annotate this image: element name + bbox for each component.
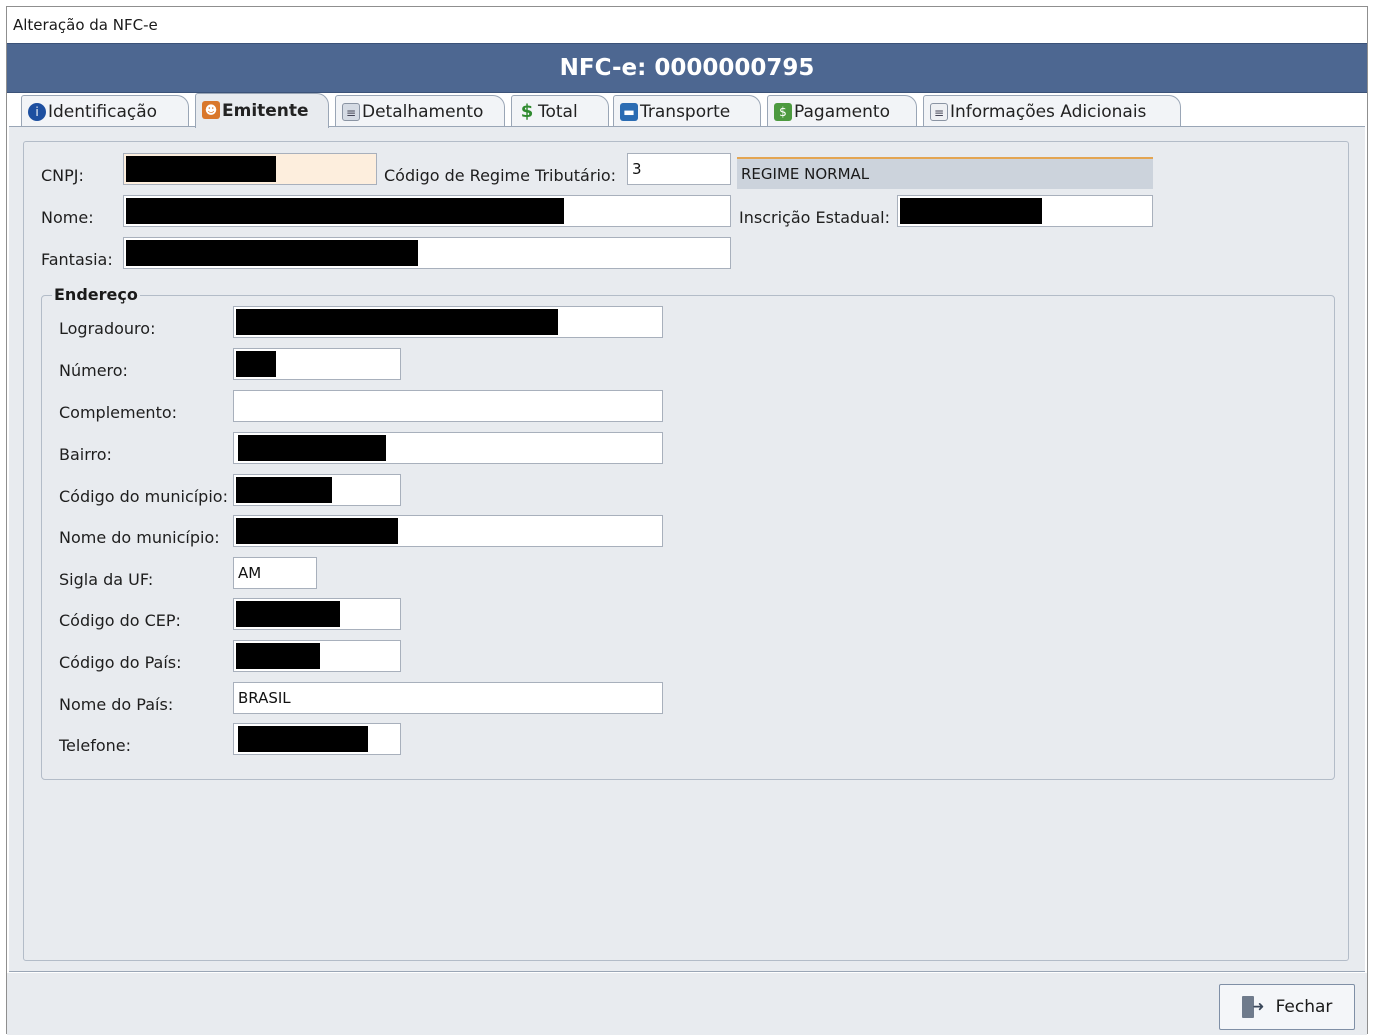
regime-code-field[interactable]: 3 [627, 153, 731, 185]
tab-strip: i Identificação ☻ Emitente ≡ Detalhament… [7, 93, 1367, 128]
redacted-block [126, 198, 564, 224]
tab-pagamento[interactable]: $ Pagamento [767, 95, 917, 127]
redacted-block [236, 643, 320, 669]
nome-pais-label: Nome do País: [59, 695, 174, 714]
notes-icon: ≡ [930, 103, 948, 121]
nfce-header: NFC-e: 0000000795 [7, 43, 1367, 93]
tab-label: Identificação [48, 101, 158, 122]
logradouro-label: Logradouro: [59, 319, 156, 338]
dollar-icon: $ [520, 101, 534, 122]
regime-label: Código de Regime Tributário: [384, 166, 617, 185]
redacted-block [238, 726, 368, 752]
tab-label: Emitente [222, 101, 309, 121]
tab-emitente[interactable]: ☻ Emitente [195, 93, 329, 128]
nome-label: Nome: [41, 208, 94, 227]
tab-label: Informações Adicionais [950, 101, 1147, 122]
redacted-block [126, 240, 418, 266]
tab-detalhamento[interactable]: ≡ Detalhamento [335, 95, 505, 127]
fantasia-label: Fantasia: [41, 250, 113, 269]
telefone-field[interactable] [233, 723, 401, 755]
logradouro-field[interactable] [233, 306, 663, 338]
ie-field[interactable] [897, 195, 1153, 227]
redacted-block [236, 518, 398, 544]
nome-municipio-field[interactable] [233, 515, 663, 547]
cod-pais-field[interactable] [233, 640, 401, 672]
bairro-field[interactable] [233, 432, 663, 464]
nome-field[interactable] [123, 195, 731, 227]
fantasia-field[interactable] [123, 237, 731, 269]
nfce-number-title: NFC-e: 0000000795 [559, 55, 815, 81]
redacted-block [126, 156, 276, 182]
info-icon: i [28, 103, 46, 121]
people-icon: ☻ [202, 101, 220, 119]
nome-municipio-label: Nome do município: [59, 528, 220, 547]
tab-identificacao[interactable]: i Identificação [21, 95, 189, 127]
uf-label: Sigla da UF: [59, 570, 154, 589]
numero-field[interactable] [233, 348, 401, 380]
cod-municipio-field[interactable] [233, 474, 401, 506]
nome-pais-field[interactable]: BRASIL [233, 682, 663, 714]
nfce-edit-window: Alteração da NFC-e NFC-e: 0000000795 i I… [6, 6, 1368, 1035]
close-button-label: Fechar [1275, 997, 1333, 1017]
cod-municipio-label: Código do município: [59, 487, 228, 506]
bus-icon: ▬ [620, 103, 638, 121]
redacted-block [238, 435, 386, 461]
regime-description: REGIME NORMAL [737, 157, 1153, 189]
close-button[interactable]: ➜ Fechar [1219, 984, 1355, 1030]
bairro-label: Bairro: [59, 445, 112, 464]
redacted-block [236, 477, 332, 503]
redacted-block [236, 309, 558, 335]
tab-label: Detalhamento [362, 101, 484, 122]
uf-field[interactable]: AM [233, 557, 317, 589]
redacted-block [900, 198, 1042, 224]
cnpj-field[interactable] [123, 153, 377, 185]
endereco-title: Endereço [52, 285, 140, 304]
redacted-block [236, 601, 340, 627]
ie-label: Inscrição Estadual: [739, 208, 890, 227]
cnpj-label: CNPJ: [41, 166, 84, 185]
tab-label: Pagamento [794, 101, 890, 122]
window-title: Alteração da NFC-e [7, 7, 1367, 43]
complemento-field[interactable] [233, 390, 663, 422]
cep-label: Código do CEP: [59, 611, 181, 630]
tab-total[interactable]: $ Total [511, 95, 609, 127]
cod-pais-label: Código do País: [59, 653, 182, 672]
tab-label: Total [538, 101, 578, 122]
tab-transporte[interactable]: ▬ Transporte [613, 95, 761, 127]
tab-label: Transporte [640, 101, 731, 122]
tab-informacoes-adicionais[interactable]: ≡ Informações Adicionais [923, 95, 1181, 127]
telefone-label: Telefone: [59, 736, 131, 755]
numero-label: Número: [59, 361, 128, 380]
payment-icon: $ [774, 103, 792, 121]
exit-door-icon: ➜ [1241, 996, 1264, 1018]
document-icon: ≡ [342, 103, 360, 121]
complemento-label: Complemento: [59, 403, 178, 422]
cep-field[interactable] [233, 598, 401, 630]
footer-bar: ➜ Fechar [7, 973, 1367, 1035]
redacted-block [236, 351, 276, 377]
